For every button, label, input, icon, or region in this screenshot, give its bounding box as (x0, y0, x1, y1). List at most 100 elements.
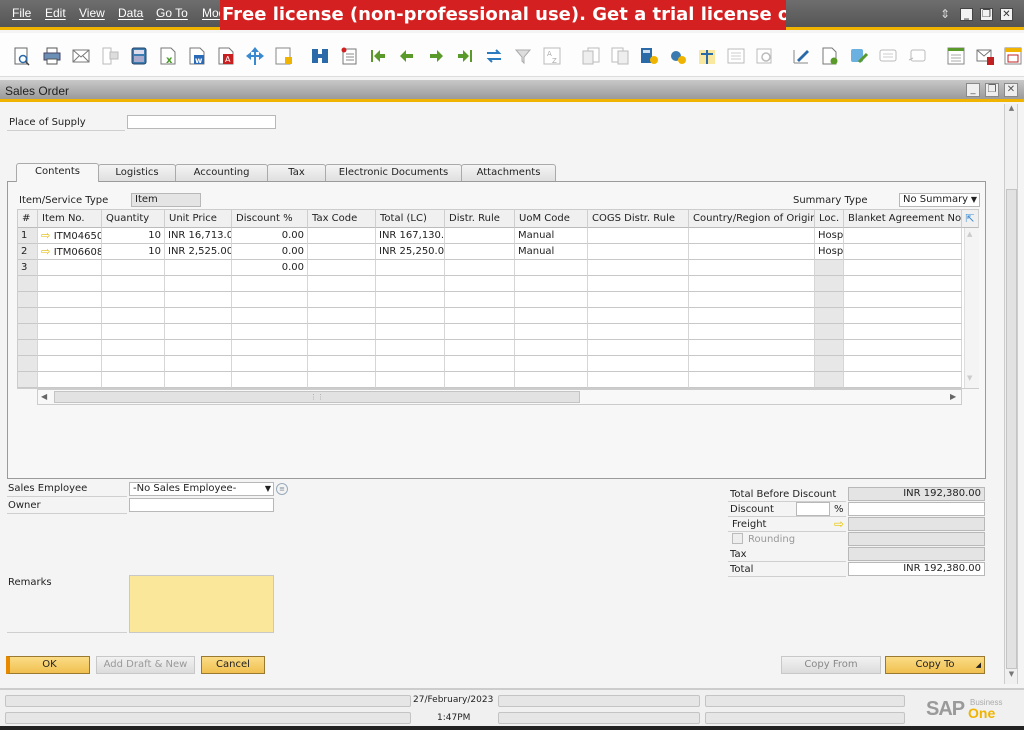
menu-file[interactable]: File (12, 6, 31, 20)
print-icon[interactable] (41, 45, 63, 67)
cell-country[interactable] (689, 244, 815, 260)
cell-loc[interactable] (815, 308, 844, 324)
cell-total[interactable] (376, 292, 445, 308)
col-header-cogs-distr-rule[interactable]: COGS Distr. Rule (588, 210, 689, 228)
table-row[interactable] (18, 308, 962, 324)
copy-to-button[interactable]: Copy To ◢ (885, 656, 985, 674)
cell-cogs[interactable] (588, 244, 689, 260)
refresh-icon[interactable] (483, 45, 505, 67)
find-icon[interactable] (309, 45, 331, 67)
cell-item[interactable] (38, 292, 102, 308)
balance-icon[interactable] (696, 45, 718, 67)
cell-cogs[interactable] (588, 292, 689, 308)
previous-record-icon[interactable] (396, 45, 418, 67)
grid-scroll-up-icon[interactable]: ▲ (967, 230, 972, 238)
cell-tax[interactable] (308, 372, 376, 388)
cell-country[interactable] (689, 292, 815, 308)
col-header-total-lc[interactable]: Total (LC) (376, 210, 445, 228)
cell-disc[interactable]: 0.00 (232, 244, 308, 260)
rounding-checkbox[interactable] (732, 533, 743, 544)
word-export-icon[interactable]: w (186, 45, 208, 67)
cell-uom[interactable] (515, 292, 588, 308)
link-arrow-icon[interactable]: ⇨ (41, 229, 54, 242)
cell-blanket[interactable] (844, 228, 962, 244)
reply-message-icon[interactable] (906, 45, 928, 67)
scroll-left-icon[interactable]: ◀ (41, 392, 47, 401)
sms-icon[interactable] (99, 45, 121, 67)
license-banner[interactable]: Free license (non-professional use). Get… (220, 0, 786, 30)
cell-disc[interactable] (232, 308, 308, 324)
cell-loc[interactable] (815, 356, 844, 372)
cell-country[interactable] (689, 228, 815, 244)
cell-uom[interactable]: Manual (515, 228, 588, 244)
cell-blanket[interactable] (844, 260, 962, 276)
cell-disc[interactable]: 0.00 (232, 228, 308, 244)
cell-country[interactable] (689, 276, 815, 292)
cell-price[interactable] (165, 372, 232, 388)
cell-total[interactable] (376, 324, 445, 340)
remarks-textarea[interactable] (129, 575, 274, 633)
col-header-tax-code[interactable]: Tax Code (308, 210, 376, 228)
cell-tax[interactable] (308, 276, 376, 292)
cell-tax[interactable] (308, 292, 376, 308)
cell-country[interactable] (689, 308, 815, 324)
new-document-icon[interactable] (819, 45, 841, 67)
move-icon[interactable] (244, 45, 266, 67)
cell-disc[interactable] (232, 292, 308, 308)
cell-qty[interactable] (102, 324, 165, 340)
ok-button[interactable]: OK (6, 656, 90, 674)
total-field[interactable]: INR 192,380.00 (848, 562, 985, 576)
cell-country[interactable] (689, 356, 815, 372)
add-icon[interactable] (338, 45, 360, 67)
cell-distr[interactable] (445, 276, 515, 292)
cell-item[interactable] (38, 340, 102, 356)
cell-distr[interactable] (445, 260, 515, 276)
cell-disc[interactable]: 0.00 (232, 260, 308, 276)
cell-tax[interactable] (308, 356, 376, 372)
cell-distr[interactable] (445, 292, 515, 308)
grid-horizontal-scrollbar[interactable]: ◀ ⋮⋮ ▶ (37, 389, 962, 405)
place-of-supply-field[interactable] (127, 115, 276, 129)
cell-tax[interactable] (308, 324, 376, 340)
table-row[interactable]: 1⇨ ITM0465010INR 16,713.000.00 INR 167,13… (18, 228, 962, 244)
cell-uom[interactable] (515, 308, 588, 324)
tab-contents[interactable]: Contents (16, 163, 99, 182)
excel-export-icon[interactable]: x (157, 45, 179, 67)
cell-item[interactable]: ⇨ ITM06608 (38, 244, 102, 260)
cell-uom[interactable] (515, 260, 588, 276)
cell-blanket[interactable] (844, 324, 962, 340)
next-record-icon[interactable] (425, 45, 447, 67)
table-row[interactable] (18, 324, 962, 340)
summary-type-dropdown[interactable]: No Summary ▼ (899, 193, 980, 207)
cell-cogs[interactable] (588, 228, 689, 244)
form-vertical-scrollbar[interactable]: ▲ ▼ (1004, 104, 1018, 684)
cell-uom[interactable] (515, 324, 588, 340)
table-row[interactable] (18, 356, 962, 372)
form-settings-icon[interactable] (790, 45, 812, 67)
first-record-icon[interactable] (367, 45, 389, 67)
cell-qty[interactable] (102, 260, 165, 276)
add-draft-new-button[interactable]: Add Draft & New (96, 656, 195, 674)
query-manager-icon[interactable] (848, 45, 870, 67)
cell-total[interactable] (376, 356, 445, 372)
table-row[interactable]: 2 ⇨ ITM06608 10 INR 2,525.00 0.00 INR 25,250.… (18, 244, 962, 260)
col-header-discount[interactable]: Discount % (232, 210, 308, 228)
cell-disc[interactable] (232, 356, 308, 372)
cell-qty[interactable] (102, 372, 165, 388)
grid-scroll-down-icon[interactable]: ▼ (967, 374, 972, 382)
close-app-button[interactable]: ✕ (1000, 8, 1013, 21)
calendar-tasks-icon[interactable] (945, 45, 967, 67)
minimize-form-button[interactable]: _ (966, 83, 980, 97)
cell-loc[interactable] (815, 324, 844, 340)
cell-loc[interactable] (815, 292, 844, 308)
tab-accounting[interactable]: Accounting (175, 164, 268, 182)
cell-qty[interactable]: 10 (102, 244, 165, 260)
cell-qty[interactable] (102, 308, 165, 324)
cell-price[interactable]: INR 2,525.00 (165, 244, 232, 260)
cell-country[interactable] (689, 340, 815, 356)
cell-total[interactable] (376, 340, 445, 356)
cell-cogs[interactable] (588, 324, 689, 340)
cell-total[interactable]: INR 25,250.00 (376, 244, 445, 260)
cell-blanket[interactable] (844, 356, 962, 372)
cell-price[interactable] (165, 324, 232, 340)
